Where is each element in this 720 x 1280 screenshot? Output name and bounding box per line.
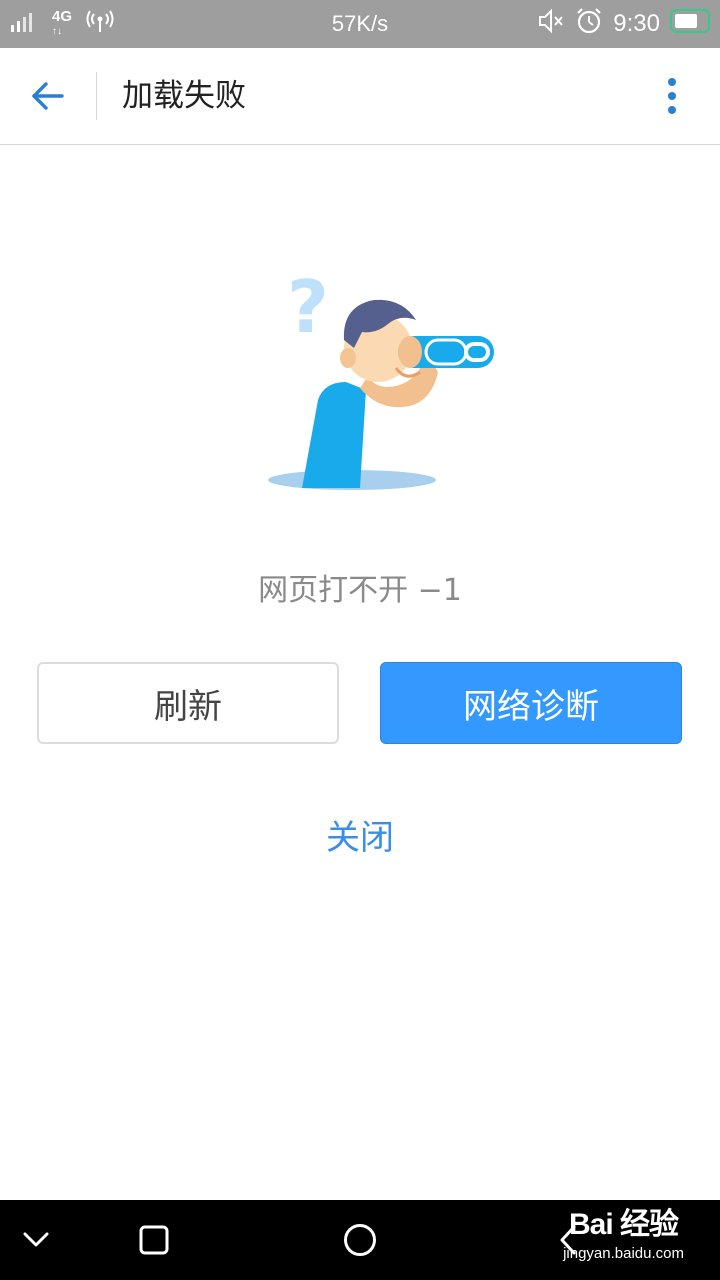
app-bar-divider — [96, 72, 97, 120]
mute-icon — [537, 8, 565, 41]
app-bar: 加载失败 — [0, 48, 720, 145]
refresh-button-label: 刷新 — [154, 686, 222, 727]
recents-square-icon — [139, 1225, 169, 1255]
watermark-main: Bai 经验 — [569, 1208, 679, 1241]
nav-recents-button[interactable] — [126, 1212, 182, 1268]
home-circle-icon — [344, 1224, 376, 1256]
network-diagnose-button[interactable]: 网络诊断 — [380, 662, 682, 744]
more-vertical-icon — [668, 78, 676, 114]
baidu-jingyan-watermark: Bai 经验 jingyan.baidu.com — [563, 1208, 684, 1262]
clock-time: 9:30 — [613, 10, 660, 37]
refresh-button[interactable]: 刷新 — [37, 662, 339, 744]
back-button[interactable] — [20, 72, 76, 120]
alarm-icon — [575, 7, 603, 42]
svg-text:?: ? — [287, 265, 329, 349]
more-options-button[interactable] — [652, 72, 692, 120]
close-link[interactable]: 关闭 — [0, 810, 720, 859]
chevron-down-icon — [23, 1232, 49, 1247]
nav-home-button[interactable] — [332, 1212, 388, 1268]
watermark-sub: jingyan.baidu.com — [563, 1245, 684, 1262]
page-title: 加载失败 — [122, 78, 246, 114]
diagnose-button-label: 网络诊断 — [463, 686, 599, 727]
battery-icon — [670, 8, 712, 41]
nav-collapse-button[interactable] — [8, 1212, 64, 1268]
status-right-icons: 9:30 — [537, 0, 712, 48]
back-arrow-icon — [32, 82, 64, 110]
error-message: 网页打不开 −1 — [258, 573, 462, 608]
error-illustration: ? — [250, 240, 510, 500]
status-bar: 4G ↑↓ 57K/s 9:30 — [0, 0, 720, 48]
